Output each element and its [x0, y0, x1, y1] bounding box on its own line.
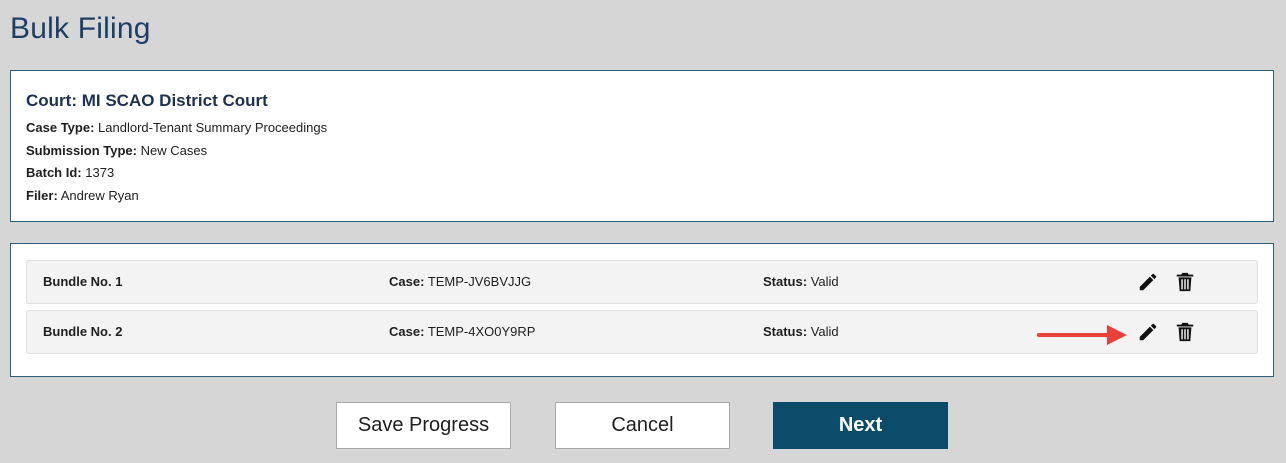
filer-row: Filer: Andrew Ryan	[26, 185, 1258, 208]
court-heading: Court: MI SCAO District Court	[26, 91, 1258, 111]
bundle-case: Case: TEMP-4XO0Y9RP	[389, 311, 535, 353]
bundles-panel: Bundle No. 1 Case: TEMP-JV6BVJJG Status:…	[10, 243, 1274, 377]
bundle-status: Status: Valid	[763, 261, 839, 303]
annotation-arrow-icon	[1037, 322, 1129, 346]
bundle-number: Bundle No. 2	[43, 324, 123, 339]
status-value: Valid	[810, 324, 839, 339]
case-label: Case:	[389, 274, 425, 289]
case-type-label: Case Type:	[26, 120, 95, 135]
case-type-row: Case Type: Landlord-Tenant Summary Proce…	[26, 117, 1258, 140]
status-value: Valid	[810, 274, 839, 289]
bundle-number: Bundle No. 1	[43, 274, 123, 289]
trash-icon[interactable]	[1174, 271, 1196, 293]
status-label: Status:	[763, 274, 808, 289]
cancel-button[interactable]: Cancel	[555, 402, 730, 449]
batch-id-row: Batch Id: 1373	[26, 162, 1258, 185]
pencil-icon[interactable]	[1137, 271, 1159, 293]
bundle-status: Status: Valid	[763, 311, 839, 353]
pencil-icon[interactable]	[1137, 321, 1159, 343]
trash-icon[interactable]	[1174, 321, 1196, 343]
bundle-case: Case: TEMP-JV6BVJJG	[389, 261, 531, 303]
save-progress-button[interactable]: Save Progress	[336, 402, 511, 449]
submission-type-label: Submission Type:	[26, 142, 137, 158]
submission-type-value: New Cases	[140, 142, 208, 158]
batch-id-value: 1373	[85, 165, 115, 180]
case-type-value: Landlord-Tenant Summary Proceedings	[98, 120, 328, 135]
submission-type-row: Submission Type: New Cases	[26, 140, 1258, 163]
filer-label: Filer:	[26, 187, 58, 203]
next-button[interactable]: Next	[773, 402, 948, 449]
court-value: MI SCAO District Court	[81, 91, 268, 110]
page-title: Bulk Filing	[10, 12, 151, 45]
case-value: TEMP-4XO0Y9RP	[427, 324, 536, 339]
batch-id-label: Batch Id:	[26, 165, 82, 180]
batch-info-panel: Court: MI SCAO District Court Case Type:…	[10, 70, 1274, 222]
filer-value: Andrew Ryan	[60, 187, 139, 203]
case-value: TEMP-JV6BVJJG	[427, 274, 532, 289]
court-label: Court:	[26, 91, 77, 110]
bundle-row: Bundle No. 1 Case: TEMP-JV6BVJJG Status:…	[26, 260, 1258, 304]
status-label: Status:	[763, 324, 808, 339]
case-label: Case:	[389, 324, 425, 339]
